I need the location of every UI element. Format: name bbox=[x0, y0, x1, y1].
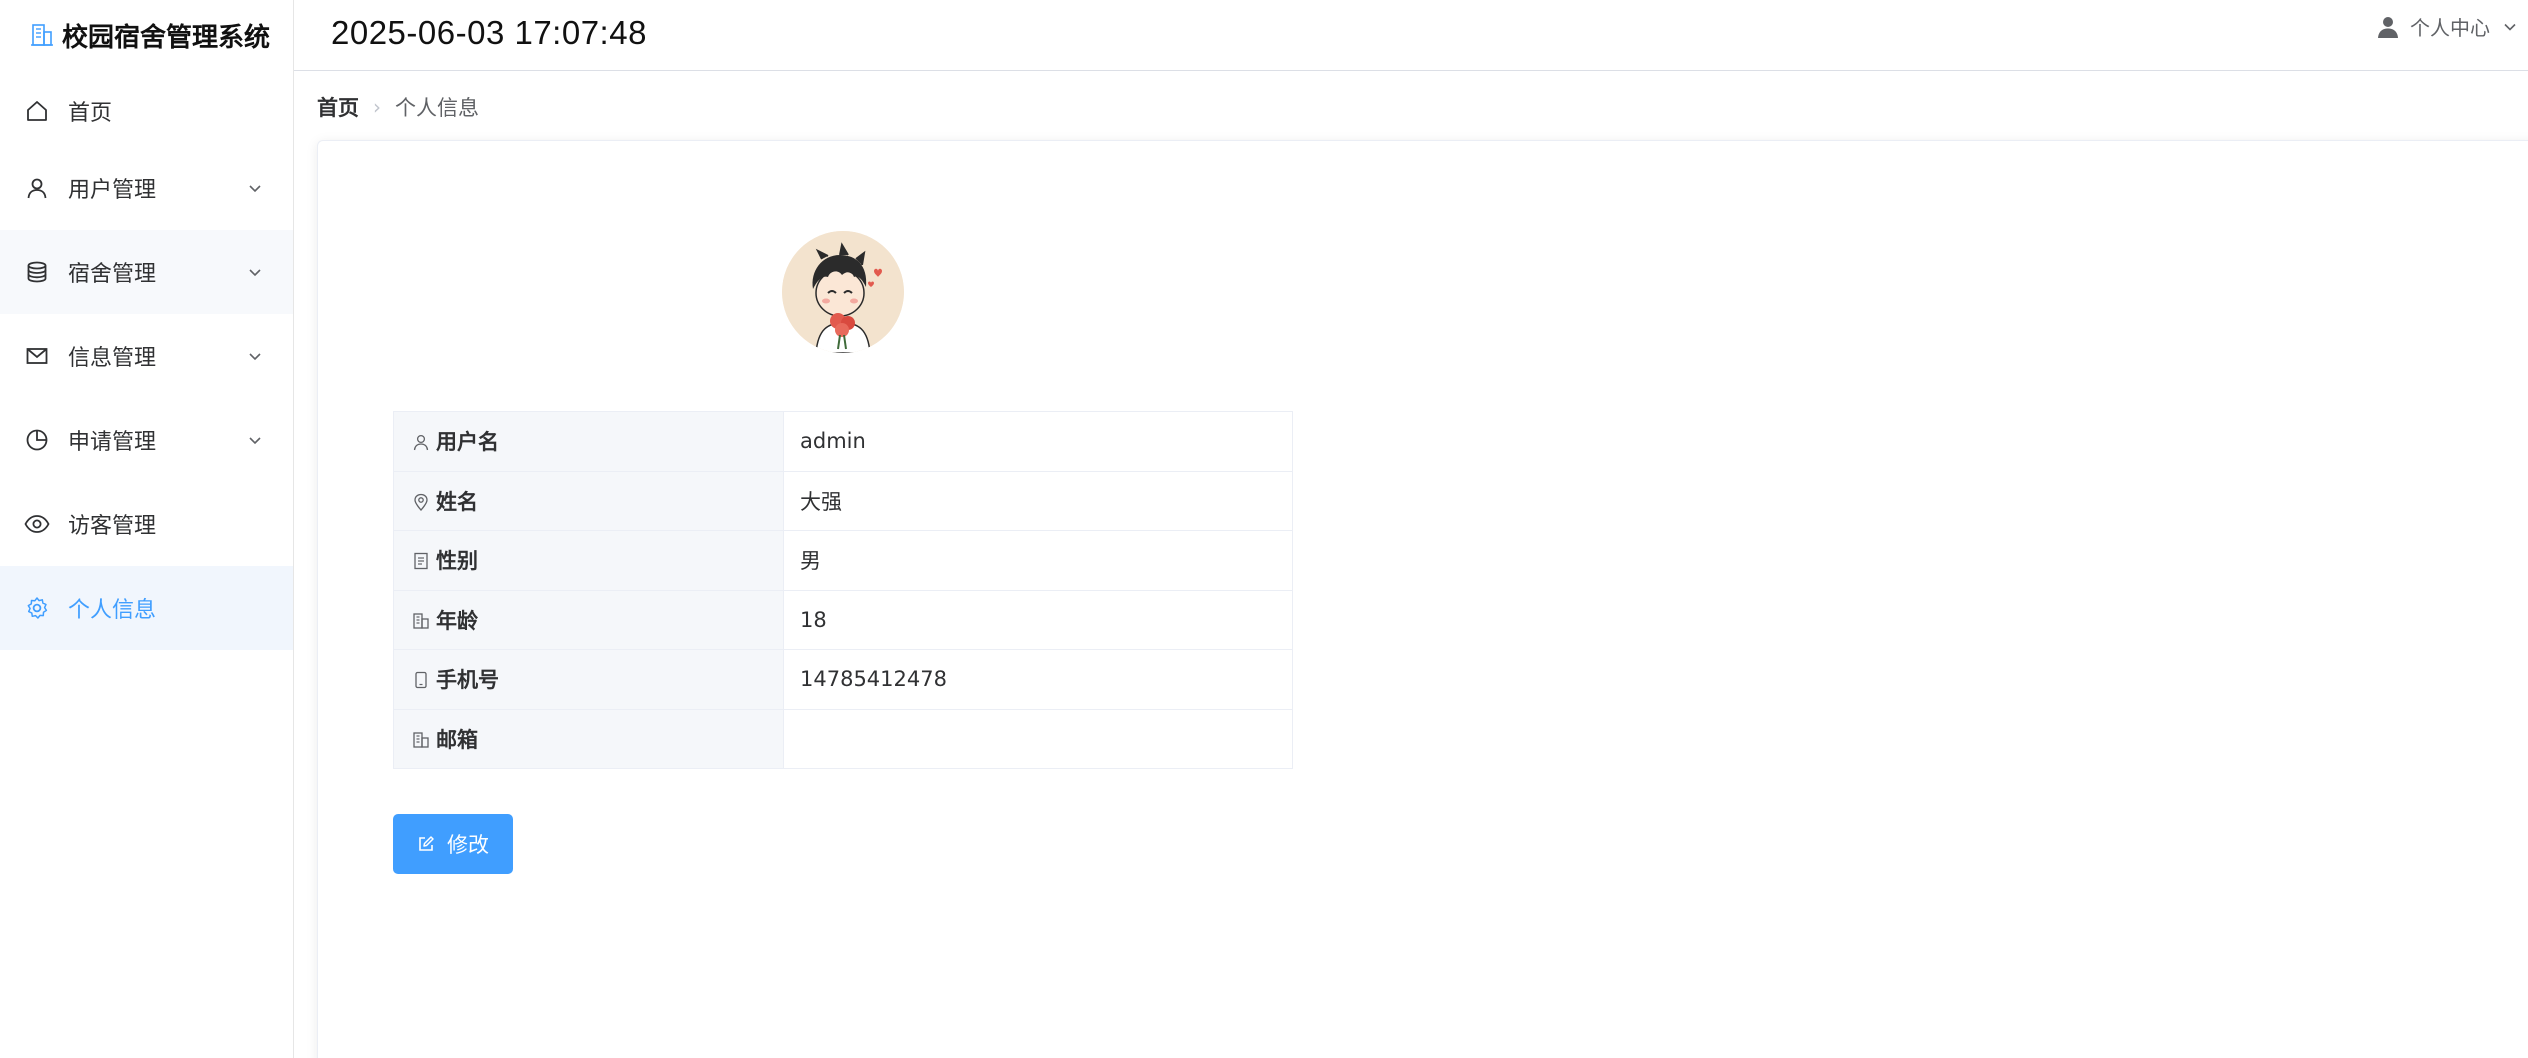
building-logo-icon bbox=[31, 24, 53, 46]
edit-button-label: 修改 bbox=[447, 833, 489, 857]
field-label-cell: 姓名 bbox=[393, 470, 784, 531]
building-icon bbox=[413, 732, 429, 748]
sidebar-item-info-management[interactable]: 信息管理 bbox=[0, 314, 293, 398]
table-row: 性别 男 bbox=[393, 530, 1293, 591]
avatar bbox=[782, 231, 904, 353]
building-icon bbox=[413, 613, 429, 629]
database-icon bbox=[24, 259, 50, 285]
field-value-age: 18 bbox=[783, 589, 1293, 650]
table-row: 邮箱 bbox=[393, 708, 1293, 769]
user-center-label: 个人中心 bbox=[2410, 16, 2490, 40]
field-label-cell: 性别 bbox=[393, 530, 784, 591]
sidebar-item-dorm-management[interactable]: 宿舍管理 bbox=[0, 230, 293, 314]
app-title: 校园宿舍管理系统 bbox=[62, 22, 271, 53]
sidebar-item-personal-info[interactable]: 个人信息 bbox=[0, 566, 293, 650]
chevron-down-icon bbox=[249, 269, 261, 277]
chevron-down-icon bbox=[249, 353, 261, 361]
sidebar-item-label: 用户管理 bbox=[68, 178, 157, 203]
eye-icon bbox=[24, 511, 50, 537]
breadcrumb-current: 个人信息 bbox=[395, 96, 479, 120]
breadcrumb-home-link[interactable]: 首页 bbox=[317, 92, 359, 122]
sidebar-item-label: 申请管理 bbox=[68, 430, 157, 455]
breadcrumb: 首页 › 个人信息 bbox=[317, 92, 479, 122]
field-label: 性别 bbox=[436, 549, 478, 574]
sidebar-item-label: 宿舍管理 bbox=[68, 262, 157, 287]
table-row: 年龄 18 bbox=[393, 589, 1293, 650]
chevron-down-icon bbox=[2504, 23, 2516, 31]
sidebar-item-home[interactable]: 首页 bbox=[0, 76, 293, 146]
profile-info-table: 用户名 admin 姓名 大强 性别 男 年龄 18 手机号 147854124… bbox=[393, 411, 1293, 769]
gear-icon bbox=[24, 595, 50, 621]
top-header: 2025-06-03 17:07:48 个人中心 bbox=[294, 0, 2528, 71]
field-value-gender: 男 bbox=[783, 530, 1293, 591]
field-label: 年龄 bbox=[436, 608, 478, 633]
sidebar-item-label: 个人信息 bbox=[68, 598, 157, 623]
sidebar-item-application-management[interactable]: 申请管理 bbox=[0, 398, 293, 482]
field-label-cell: 用户名 bbox=[393, 411, 784, 472]
field-label: 用户名 bbox=[436, 430, 499, 455]
mail-icon bbox=[24, 343, 50, 369]
field-label: 手机号 bbox=[436, 668, 499, 693]
user-avatar-icon bbox=[2378, 16, 2398, 38]
datetime-display: 2025-06-03 17:07:48 bbox=[331, 14, 647, 51]
field-value-phone: 14785412478 bbox=[783, 649, 1293, 710]
field-label: 姓名 bbox=[436, 489, 478, 514]
sidebar-item-label: 首页 bbox=[68, 101, 113, 126]
sidebar: 校园宿舍管理系统 首页 用户管理 宿舍管理 信息管理 申请管理 访客管理 个人信… bbox=[0, 0, 294, 1058]
sidebar-item-label: 信息管理 bbox=[68, 346, 157, 371]
pie-chart-icon bbox=[24, 427, 50, 453]
field-label-cell: 邮箱 bbox=[393, 708, 784, 769]
sidebar-item-label: 访客管理 bbox=[68, 514, 157, 539]
breadcrumb-separator-icon: › bbox=[373, 95, 381, 119]
document-icon bbox=[414, 553, 428, 570]
chevron-down-icon bbox=[249, 437, 261, 445]
chevron-down-icon bbox=[249, 185, 261, 193]
phone-icon bbox=[415, 672, 427, 689]
table-row: 手机号 14785412478 bbox=[393, 649, 1293, 710]
field-label-cell: 手机号 bbox=[393, 649, 784, 710]
sidebar-item-visitor-management[interactable]: 访客管理 bbox=[0, 482, 293, 566]
field-value-email bbox=[783, 708, 1293, 769]
field-value-username: admin bbox=[783, 411, 1293, 472]
field-label: 邮箱 bbox=[436, 727, 478, 752]
field-label-cell: 年龄 bbox=[393, 589, 784, 650]
user-icon bbox=[24, 175, 50, 201]
user-center-dropdown[interactable]: 个人中心 bbox=[2376, 12, 2518, 41]
sidebar-menu: 首页 用户管理 宿舍管理 信息管理 申请管理 访客管理 个人信息 bbox=[0, 76, 293, 650]
table-row: 用户名 admin bbox=[393, 411, 1293, 472]
field-value-name: 大强 bbox=[783, 470, 1293, 531]
table-row: 姓名 大强 bbox=[393, 470, 1293, 531]
app-logo: 校园宿舍管理系统 bbox=[0, 0, 293, 70]
sidebar-item-user-management[interactable]: 用户管理 bbox=[0, 146, 293, 230]
home-icon bbox=[24, 98, 50, 124]
edit-profile-button[interactable]: 修改 bbox=[393, 814, 513, 874]
edit-icon bbox=[419, 836, 434, 851]
app-root: 校园宿舍管理系统 首页 用户管理 宿舍管理 信息管理 申请管理 访客管理 个人信… bbox=[0, 0, 2528, 1058]
location-icon bbox=[414, 493, 428, 511]
user-icon bbox=[413, 435, 429, 451]
